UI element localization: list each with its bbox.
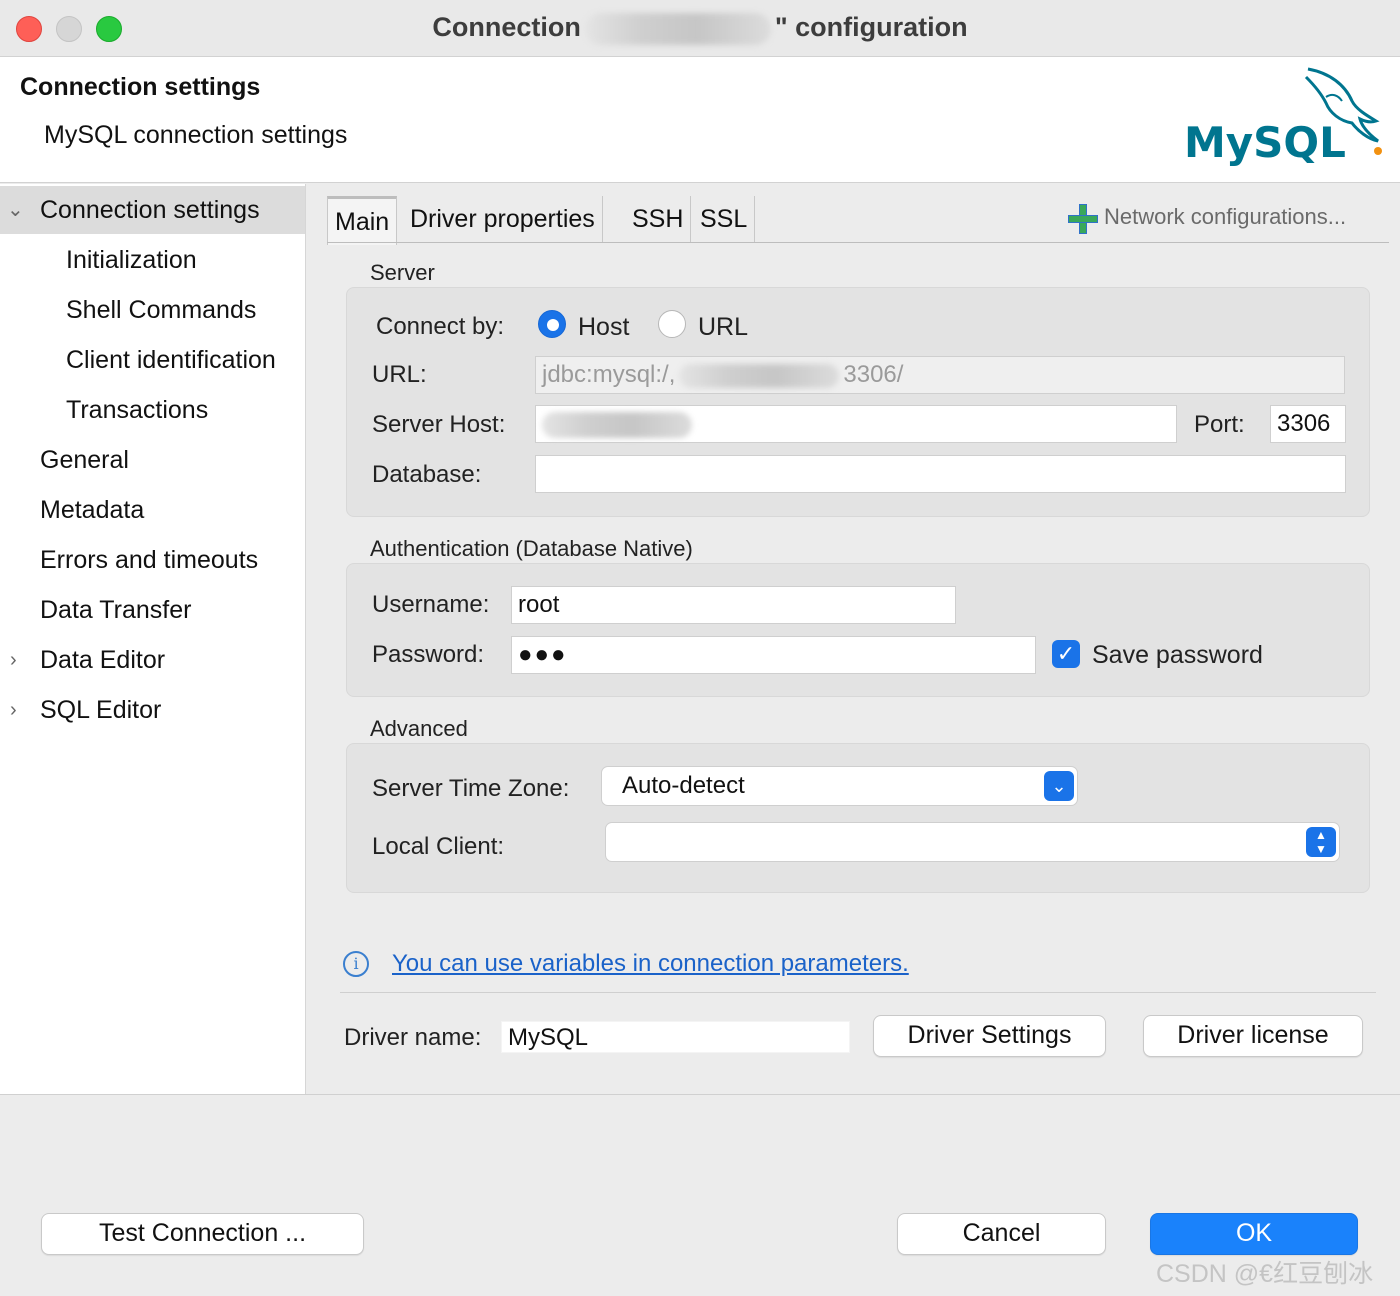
up-down-arrows-icon[interactable]: ▲ ▼ xyxy=(1306,827,1336,857)
tab-ssh[interactable]: SSH xyxy=(625,196,692,242)
tree-item-label: Data Transfer xyxy=(40,596,192,624)
tree-item-label: Client identification xyxy=(66,346,276,374)
mysql-logo-text: MySQL xyxy=(1184,118,1346,167)
info-icon: i xyxy=(343,951,369,977)
separator xyxy=(340,992,1376,993)
url-value-end: 3306/ xyxy=(843,361,904,388)
mysql-logo: MySQL xyxy=(1184,67,1382,167)
username-input[interactable]: root xyxy=(511,586,956,624)
tree-item-label: Initialization xyxy=(66,246,197,274)
redacted-connection-name xyxy=(584,12,771,45)
tree-item-label: Transactions xyxy=(66,396,209,424)
dialog-header: Connection settings MySQL connection set… xyxy=(0,57,1400,183)
tree-item-label: SQL Editor xyxy=(40,696,162,724)
server-host-label: Server Host: xyxy=(372,411,506,438)
database-input[interactable] xyxy=(535,455,1346,493)
tree-item-label: Errors and timeouts xyxy=(40,546,259,574)
port-label: Port: xyxy=(1194,411,1245,438)
password-input[interactable]: ●●● xyxy=(511,636,1036,674)
add-plus-icon xyxy=(1066,202,1098,234)
network-configurations-button[interactable]: Network configurations... xyxy=(1066,202,1346,234)
chevron-right-icon[interactable]: › xyxy=(10,636,17,684)
chevron-down-icon[interactable]: ⌄ xyxy=(1044,771,1074,801)
password-label: Password: xyxy=(372,641,485,668)
tree-item-sql-editor[interactable]: › SQL Editor xyxy=(0,686,305,734)
tree-item-connection-settings[interactable]: ⌄ Connection settings xyxy=(0,186,305,234)
url-radio[interactable] xyxy=(658,310,686,338)
tree-item-client-identification[interactable]: Client identification xyxy=(0,336,305,384)
tree-item-general[interactable]: General xyxy=(0,436,305,484)
auth-group-title: Authentication (Database Native) xyxy=(370,536,693,561)
database-label: Database: xyxy=(372,461,482,488)
url-value-start: jdbc:mysql:/, xyxy=(542,361,676,388)
server-host-input[interactable] xyxy=(535,405,1177,443)
host-radio-label[interactable]: Host xyxy=(578,313,629,342)
tree-item-label: General xyxy=(40,446,129,474)
local-client-select[interactable]: ▲ ▼ xyxy=(605,822,1340,862)
test-connection-button[interactable]: Test Connection ... xyxy=(41,1213,364,1255)
tab-underline xyxy=(327,242,1389,243)
driver-settings-button[interactable]: Driver Settings xyxy=(873,1015,1106,1057)
username-label: Username: xyxy=(372,591,490,618)
tree-item-metadata[interactable]: Metadata xyxy=(0,486,305,534)
server-time-zone-select[interactable]: Auto-detect ⌄ xyxy=(601,766,1078,806)
header-subtitle: MySQL connection settings xyxy=(44,121,348,149)
chevron-down-icon[interactable]: ⌄ xyxy=(7,186,24,234)
server-time-zone-label: Server Time Zone: xyxy=(372,775,570,802)
window-title-suffix: " configuration xyxy=(774,12,968,42)
tab-ssl[interactable]: SSL xyxy=(693,196,756,242)
url-field[interactable]: jdbc:mysql:/, 3306/ xyxy=(535,356,1345,394)
driver-name-field: MySQL xyxy=(501,1021,850,1053)
ok-button[interactable]: OK xyxy=(1150,1213,1358,1255)
save-password-label[interactable]: Save password xyxy=(1092,641,1263,670)
tree-item-data-editor[interactable]: › Data Editor xyxy=(0,636,305,684)
local-client-label: Local Client: xyxy=(372,833,505,860)
tree-item-label: Data Editor xyxy=(40,646,166,674)
driver-name-label: Driver name: xyxy=(344,1024,482,1051)
tab-driver-properties[interactable]: Driver properties xyxy=(403,196,603,242)
variables-help-link[interactable]: You can use variables in connection para… xyxy=(392,950,909,978)
window-title: Connection " configuration xyxy=(0,12,1400,45)
port-input[interactable]: 3306 xyxy=(1270,405,1346,443)
tree-item-shell-commands[interactable]: Shell Commands xyxy=(0,286,305,334)
watermark: CSDN @€红豆刨冰 xyxy=(1156,1260,1374,1288)
tree-item-transactions[interactable]: Transactions xyxy=(0,386,305,434)
url-label: URL: xyxy=(372,361,427,388)
chevron-right-icon[interactable]: › xyxy=(10,686,17,734)
driver-license-button[interactable]: Driver license xyxy=(1143,1015,1363,1057)
tree-item-initialization[interactable]: Initialization xyxy=(0,236,305,284)
header-title: Connection settings xyxy=(20,73,261,101)
network-configurations-label: Network configurations... xyxy=(1104,203,1347,229)
settings-tree: ⌄ Connection settings Initialization She… xyxy=(0,184,306,1094)
save-password-checkbox[interactable]: ✓ xyxy=(1052,640,1080,668)
tree-item-data-transfer[interactable]: Data Transfer xyxy=(0,586,305,634)
tree-item-label: Connection settings xyxy=(40,196,260,224)
host-radio[interactable] xyxy=(538,310,566,338)
tab-main[interactable]: Main xyxy=(327,196,398,245)
server-time-zone-value: Auto-detect xyxy=(622,772,745,799)
auth-panel xyxy=(346,563,1370,697)
connect-by-label: Connect by: xyxy=(376,313,505,340)
server-group-title: Server xyxy=(370,260,435,285)
tree-item-label: Shell Commands xyxy=(66,296,257,324)
advanced-group-title: Advanced xyxy=(370,716,468,741)
tree-item-errors-and-timeouts[interactable]: Errors and timeouts xyxy=(0,536,305,584)
cancel-button[interactable]: Cancel xyxy=(897,1213,1106,1255)
redacted-host-value xyxy=(542,411,692,438)
redacted-host xyxy=(679,363,840,388)
url-radio-label[interactable]: URL xyxy=(698,313,748,342)
footer-divider xyxy=(0,1094,1400,1095)
window-title-prefix: Connection xyxy=(432,12,581,42)
tree-item-label: Metadata xyxy=(40,496,145,524)
